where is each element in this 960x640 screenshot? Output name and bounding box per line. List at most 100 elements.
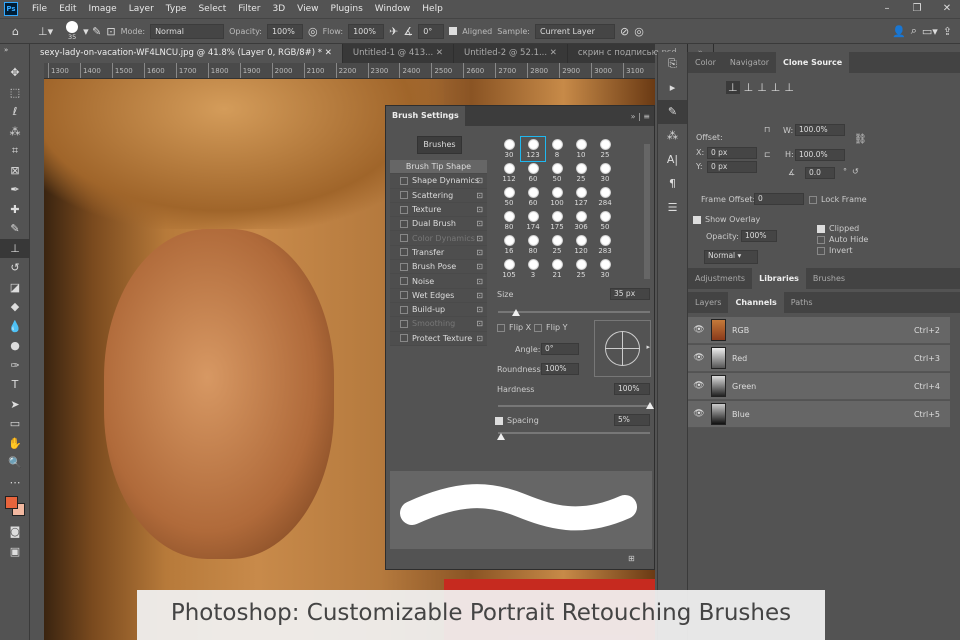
new-preset-icon[interactable]: ⊞ <box>628 554 635 563</box>
mode-select[interactable]: Normal <box>150 23 225 39</box>
share-icon[interactable]: ⇪ <box>943 25 952 38</box>
path-selection-tool-icon[interactable]: ➤ <box>0 395 30 415</box>
close-tab-icon[interactable]: ✕ <box>550 48 557 58</box>
marquee-tool-icon[interactable]: ⬚ <box>0 83 30 103</box>
tab-untitled-2[interactable]: Untitled-2 @ 52.1... ✕ <box>454 44 568 63</box>
brush-preset[interactable]: 25 <box>545 233 569 257</box>
sample-select[interactable]: Current Layer <box>534 23 615 39</box>
height-input[interactable]: 100.0% <box>795 149 845 161</box>
menu-layer[interactable]: Layer <box>123 4 160 14</box>
flow-input[interactable]: 100% <box>348 23 385 39</box>
brush-tool-icon[interactable]: ✎ <box>0 219 30 239</box>
invert-checkbox[interactable]: Invert <box>817 246 853 255</box>
frame-tool-icon[interactable]: ⊠ <box>0 161 30 181</box>
menu-view[interactable]: View <box>291 4 324 14</box>
option-checkbox[interactable] <box>400 219 408 228</box>
foreground-color-swatch[interactable] <box>5 496 18 509</box>
brush-tip-shape-item[interactable]: Brush Tip Shape <box>390 160 487 175</box>
pen-tool-icon[interactable]: ✑ <box>0 356 30 376</box>
brush-picker[interactable]: 35 <box>66 21 79 41</box>
hardness-slider[interactable] <box>498 405 650 407</box>
brush-preset[interactable]: 25 <box>593 137 617 161</box>
brush-option-protect-texture[interactable]: Protect Texture ⊡ <box>390 331 487 346</box>
menu-image[interactable]: Image <box>83 4 123 14</box>
menu-edit[interactable]: Edit <box>53 4 82 14</box>
tab-document-active[interactable]: sexy-lady-on-vacation-WF4LNCU.jpg @ 41.8… <box>30 44 343 63</box>
auto-hide-checkbox[interactable]: Auto Hide <box>817 235 868 244</box>
character-icon[interactable]: A| <box>658 148 687 172</box>
option-checkbox[interactable] <box>400 334 408 343</box>
lasso-tool-icon[interactable]: ℓ <box>0 102 30 122</box>
clipped-checkbox[interactable]: Clipped <box>817 224 859 233</box>
brush-preset[interactable]: 123 <box>520 136 546 162</box>
brush-preset[interactable]: 16 <box>497 233 521 257</box>
eraser-tool-icon[interactable]: ◪ <box>0 278 30 298</box>
roundness-input[interactable]: 100% <box>541 363 579 375</box>
tab-paths[interactable]: Paths <box>784 292 820 313</box>
tab-libraries[interactable]: Libraries <box>752 268 806 289</box>
overlay-opacity-input[interactable]: 100% <box>741 230 777 242</box>
history-brush-tool-icon[interactable]: ↺ <box>0 258 30 278</box>
brush-preset[interactable]: 80 <box>521 233 545 257</box>
option-checkbox[interactable] <box>400 305 408 314</box>
eyedropper-tool-icon[interactable]: ✒ <box>0 180 30 200</box>
tab-clone-source[interactable]: Clone Source <box>776 52 850 73</box>
reset-transform-icon[interactable]: ↺ <box>852 167 859 176</box>
option-checkbox[interactable] <box>400 191 408 200</box>
clone-source-4-icon[interactable]: ⊥ <box>771 81 781 94</box>
menu-window[interactable]: Window <box>369 4 417 14</box>
aligned-checkbox[interactable] <box>449 27 458 35</box>
lock-icon[interactable]: ⊡ <box>476 219 483 228</box>
spacing-slider[interactable] <box>498 432 650 434</box>
brush-preset[interactable]: 60 <box>521 161 545 185</box>
hardness-slider-thumb[interactable] <box>646 402 654 409</box>
option-checkbox[interactable] <box>400 248 408 257</box>
channel-row-blue[interactable]: 👁 Blue Ctrl+5 <box>688 401 950 428</box>
frame-offset-input[interactable]: 0 <box>754 193 804 205</box>
brush-preset[interactable]: 30 <box>593 161 617 185</box>
option-checkbox[interactable] <box>400 277 408 286</box>
brush-preset[interactable]: 21 <box>545 257 569 281</box>
option-checkbox[interactable] <box>400 176 408 185</box>
menu-file[interactable]: File <box>26 4 53 14</box>
clone-stamp-tool-icon[interactable]: ⊥ <box>0 238 30 258</box>
show-overlay-checkbox[interactable]: Show Overlay <box>693 215 760 224</box>
option-checkbox[interactable] <box>400 291 408 300</box>
share-user-icon[interactable]: 👤 <box>892 25 906 38</box>
brush-option-brush-pose[interactable]: Brush Pose ⊡ <box>390 260 487 275</box>
blur-tool-icon[interactable]: 💧 <box>0 317 30 337</box>
screen-mode-icon[interactable]: ▣ <box>0 542 30 562</box>
visibility-eye-icon[interactable]: 👁 <box>691 353 707 363</box>
move-tool-icon[interactable]: ✥ <box>0 63 30 83</box>
airbrush-icon[interactable]: ✈ <box>389 25 398 38</box>
size-slider[interactable] <box>498 311 650 313</box>
brush-preset[interactable]: 50 <box>545 161 569 185</box>
hardness-input[interactable]: 100% <box>614 383 650 395</box>
brushes-button[interactable]: Brushes <box>417 136 462 154</box>
type-tool-icon[interactable]: T <box>0 375 30 395</box>
visibility-eye-icon[interactable]: 👁 <box>691 409 707 419</box>
flip-vertical-icon[interactable]: ⊏ <box>764 150 771 159</box>
brush-preset[interactable]: 3 <box>521 257 545 281</box>
opacity-input[interactable]: 100% <box>266 23 303 39</box>
channel-row-green[interactable]: 👁 Green Ctrl+4 <box>688 373 950 400</box>
brush-preset[interactable]: 283 <box>593 233 617 257</box>
brush-presets-icon[interactable]: ⁂ <box>658 124 687 148</box>
angle-input[interactable]: 0° <box>418 23 445 39</box>
lock-icon[interactable]: ⊡ <box>476 291 483 300</box>
brush-preset[interactable]: 80 <box>497 209 521 233</box>
clone-source-5-icon[interactable]: ⊥ <box>784 81 794 94</box>
minimize-button[interactable]: – <box>872 0 902 18</box>
restore-button[interactable]: ❐ <box>902 0 932 18</box>
flip-x-checkbox[interactable]: Flip X <box>497 323 531 332</box>
brush-option-texture[interactable]: Texture ⊡ <box>390 202 487 218</box>
size-slider-thumb[interactable] <box>512 309 521 316</box>
clone-stamp-preset-icon[interactable]: ⊥▾ <box>38 25 53 38</box>
panel-menu-icon[interactable]: » | ≡ <box>631 112 654 121</box>
clone-source-1-icon[interactable]: ⊥ <box>726 81 740 94</box>
lock-icon[interactable]: ⊡ <box>476 305 483 314</box>
offset-x-input[interactable]: 0 px <box>707 147 757 159</box>
brush-preset[interactable]: 127 <box>569 185 593 209</box>
tab-untitled-1[interactable]: Untitled-1 @ 413... ✕ <box>343 44 455 63</box>
spacing-input[interactable]: 5% <box>614 414 650 426</box>
